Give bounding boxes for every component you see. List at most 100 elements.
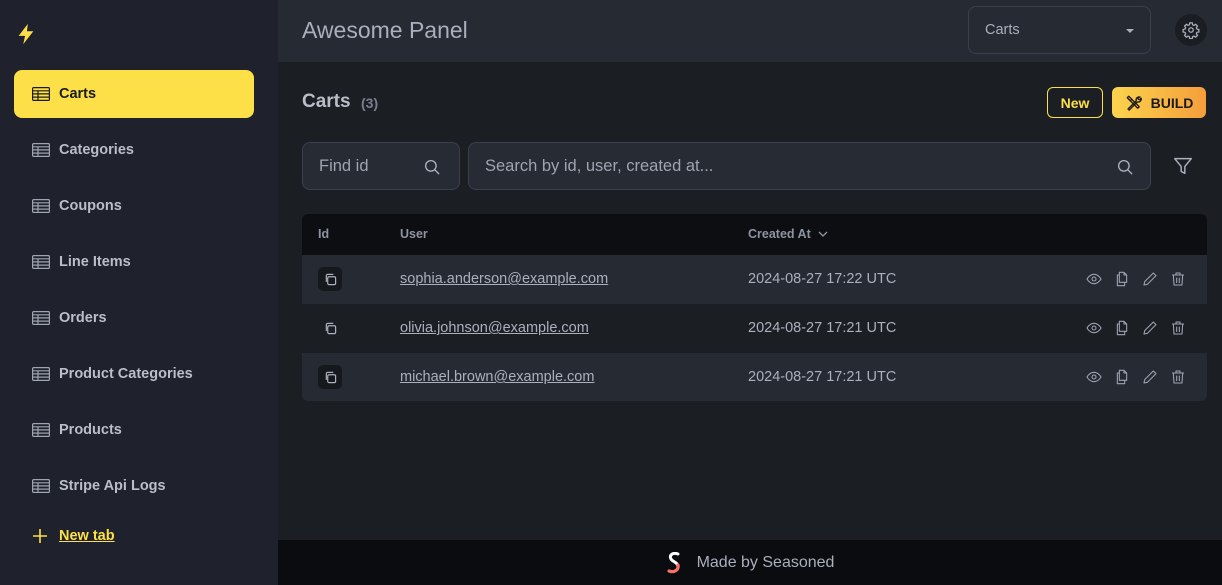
sidebar-item-label: Coupons [59, 198, 122, 214]
new-tab-label: New tab [59, 528, 115, 544]
table-row: michael.brown@example.com 2024-08-27 17:2… [302, 353, 1207, 401]
pencil-icon [1143, 321, 1157, 335]
created-at-cell: 2024-08-27 17:21 UTC [748, 369, 897, 385]
sidebar-item-product-categories[interactable]: Product Categories [14, 350, 254, 398]
edit-button[interactable] [1142, 271, 1158, 287]
build-label: BUILD [1150, 94, 1194, 111]
duplicate-icon [1116, 320, 1128, 336]
carts-table: Id User Created At sophia.anderson@examp… [302, 214, 1207, 401]
column-header-user[interactable]: User [400, 227, 428, 241]
view-button[interactable] [1086, 369, 1102, 385]
sidebar-item-label: Carts [59, 86, 97, 102]
column-header-created-at-label: Created At [748, 227, 811, 241]
row-actions [1086, 369, 1186, 385]
sidebar-item-label: Product Categories [59, 366, 193, 382]
table-row: sophia.anderson@example.com 2024-08-27 17… [302, 255, 1207, 304]
pencil-icon [1143, 272, 1157, 286]
footer: Made by Seasoned [278, 540, 1222, 585]
search-input[interactable] [485, 156, 1150, 176]
duplicate-button[interactable] [1114, 271, 1130, 287]
table-icon [32, 87, 50, 101]
sidebar-item-products[interactable]: Products [14, 406, 254, 454]
duplicate-button[interactable] [1114, 369, 1130, 385]
user-link[interactable]: sophia.anderson@example.com [400, 271, 608, 287]
table-icon [32, 311, 50, 325]
copy-id-button[interactable] [318, 316, 342, 340]
user-link[interactable]: olivia.johnson@example.com [400, 320, 589, 336]
sidebar-item-label: Categories [59, 142, 134, 158]
view-button[interactable] [1086, 320, 1102, 336]
duplicate-icon [1116, 369, 1128, 385]
copy-icon [325, 371, 336, 383]
new-record-button[interactable]: New [1047, 87, 1103, 118]
trash-icon [1172, 272, 1184, 286]
table-icon [32, 367, 50, 381]
plus-icon [33, 529, 47, 543]
search-field[interactable] [468, 142, 1151, 190]
sidebar-item-coupons[interactable]: Coupons [14, 182, 254, 230]
copy-id-button[interactable] [318, 365, 342, 389]
created-at-cell: 2024-08-27 17:21 UTC [748, 320, 897, 336]
row-actions [1086, 320, 1186, 336]
new-tab-button[interactable]: New tab [32, 528, 115, 544]
created-at-cell: 2024-08-27 17:22 UTC [748, 271, 897, 287]
sort-descending-icon [818, 231, 828, 237]
record-count: (3) [361, 95, 379, 111]
row-actions [1086, 271, 1186, 287]
table-select-value: Carts [985, 22, 1020, 38]
delete-button[interactable] [1170, 271, 1186, 287]
table-header: Id User Created At [302, 214, 1207, 255]
page-title: Carts [302, 91, 351, 112]
table-body: sophia.anderson@example.com 2024-08-27 17… [302, 255, 1207, 401]
sidebar-item-label: Line Items [59, 254, 131, 270]
copy-id-button[interactable] [318, 267, 342, 291]
delete-button[interactable] [1170, 369, 1186, 385]
search-icon[interactable] [423, 158, 441, 176]
build-button[interactable]: BUILD [1112, 87, 1206, 118]
find-id-field[interactable] [302, 142, 460, 190]
filter-icon[interactable] [1172, 155, 1194, 177]
eye-icon [1086, 322, 1102, 334]
copy-icon [325, 273, 336, 285]
duplicate-button[interactable] [1114, 320, 1130, 336]
table-icon [32, 143, 50, 157]
app-title: Awesome Panel [302, 17, 468, 43]
duplicate-icon [1116, 271, 1128, 287]
top-header: Awesome Panel Carts [278, 0, 1222, 62]
edit-button[interactable] [1142, 320, 1158, 336]
gear-icon [1182, 22, 1200, 39]
trash-icon [1172, 370, 1184, 384]
trash-icon [1172, 321, 1184, 335]
table-icon [32, 255, 50, 269]
sidebar-item-line-items[interactable]: Line Items [14, 238, 254, 286]
sidebar-item-label: Orders [59, 310, 107, 326]
delete-button[interactable] [1170, 320, 1186, 336]
table-icon [32, 423, 50, 437]
column-header-id: Id [318, 227, 330, 241]
sidebar: Carts Categories Coupons Line Items Orders Pr… [0, 0, 278, 585]
view-button[interactable] [1086, 271, 1102, 287]
user-link[interactable]: michael.brown@example.com [400, 369, 594, 385]
sidebar-item-carts[interactable]: Carts [14, 70, 254, 118]
sidebar-item-orders[interactable]: Orders [14, 294, 254, 342]
eye-icon [1086, 273, 1102, 285]
footer-text: Made by Seasoned [696, 553, 835, 571]
table-icon [32, 479, 50, 493]
sidebar-item-label: Products [59, 422, 122, 438]
sidebar-item-label: Stripe Api Logs [59, 478, 166, 494]
sidebar-item-categories[interactable]: Categories [14, 126, 254, 174]
edit-button[interactable] [1142, 369, 1158, 385]
tools-icon [1126, 95, 1142, 111]
table-icon [32, 199, 50, 213]
pencil-icon [1143, 370, 1157, 384]
column-header-created-at[interactable]: Created At [748, 227, 829, 241]
table-row: olivia.johnson@example.com 2024-08-27 17:… [302, 304, 1207, 353]
table-select[interactable]: Carts [968, 6, 1151, 54]
copy-icon [325, 322, 336, 334]
seasoned-logo-icon [666, 551, 680, 573]
sidebar-item-stripe-api-logs[interactable]: Stripe Api Logs [14, 462, 254, 510]
search-icon[interactable] [1116, 158, 1134, 176]
caret-down-icon [1126, 29, 1134, 33]
lightning-bolt-icon[interactable] [15, 23, 37, 45]
settings-button[interactable] [1175, 14, 1207, 46]
